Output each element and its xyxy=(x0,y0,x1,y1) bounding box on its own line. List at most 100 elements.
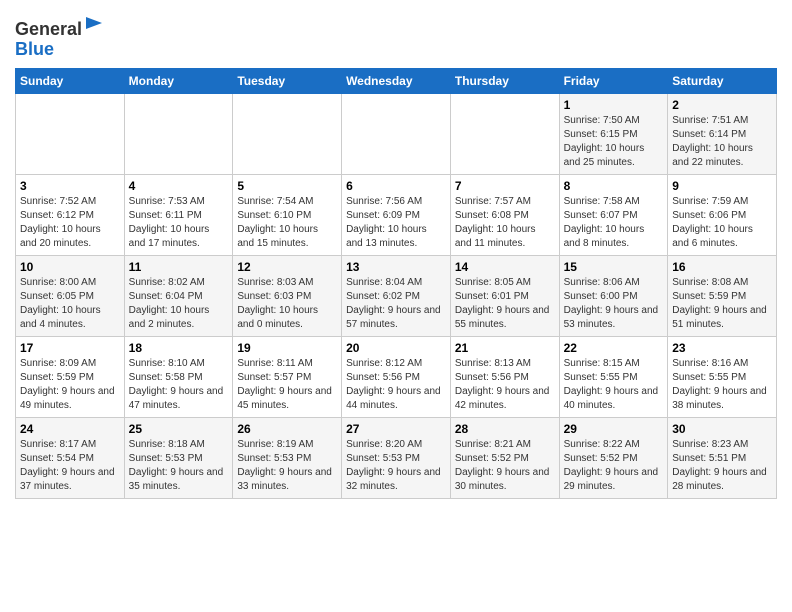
col-header-sunday: Sunday xyxy=(16,68,125,93)
day-info: Sunrise: 8:12 AM Sunset: 5:56 PM Dayligh… xyxy=(346,357,446,413)
col-header-saturday: Saturday xyxy=(668,68,777,93)
calendar-cell: 1 Sunrise: 7:50 AM Sunset: 6:15 PM Daylig… xyxy=(559,93,668,174)
day-number: 17 xyxy=(20,341,120,355)
day-info: Sunrise: 8:10 AM Sunset: 5:58 PM Dayligh… xyxy=(129,357,229,413)
day-info: Sunrise: 7:53 AM Sunset: 6:11 PM Dayligh… xyxy=(129,195,229,251)
day-info: Sunrise: 8:00 AM Sunset: 6:05 PM Dayligh… xyxy=(20,276,120,332)
calendar-cell xyxy=(450,93,559,174)
day-info: Sunrise: 7:57 AM Sunset: 6:08 PM Dayligh… xyxy=(455,195,555,251)
calendar-cell: 6 Sunrise: 7:56 AM Sunset: 6:09 PM Daylig… xyxy=(342,174,451,255)
calendar-cell xyxy=(124,93,233,174)
day-info: Sunrise: 8:22 AM Sunset: 5:52 PM Dayligh… xyxy=(564,438,664,494)
day-number: 1 xyxy=(564,98,664,112)
col-header-thursday: Thursday xyxy=(450,68,559,93)
calendar-cell: 12 Sunrise: 8:03 AM Sunset: 6:03 PM Dayli… xyxy=(233,255,342,336)
logo-flag-icon xyxy=(84,15,104,35)
day-number: 7 xyxy=(455,179,555,193)
day-number: 14 xyxy=(455,260,555,274)
day-info: Sunrise: 7:54 AM Sunset: 6:10 PM Dayligh… xyxy=(237,195,337,251)
day-info: Sunrise: 8:21 AM Sunset: 5:52 PM Dayligh… xyxy=(455,438,555,494)
calendar-cell: 16 Sunrise: 8:08 AM Sunset: 5:59 PM Dayli… xyxy=(668,255,777,336)
calendar-cell xyxy=(16,93,125,174)
col-header-monday: Monday xyxy=(124,68,233,93)
day-number: 16 xyxy=(672,260,772,274)
day-number: 3 xyxy=(20,179,120,193)
day-number: 13 xyxy=(346,260,446,274)
calendar-cell: 30Sunrise: 8:23 AM Sunset: 5:51 PM Dayli… xyxy=(668,417,777,498)
day-info: Sunrise: 8:20 AM Sunset: 5:53 PM Dayligh… xyxy=(346,438,446,494)
day-info: Sunrise: 7:58 AM Sunset: 6:07 PM Dayligh… xyxy=(564,195,664,251)
calendar-cell: 28 Sunrise: 8:21 AM Sunset: 5:52 PM Dayli… xyxy=(450,417,559,498)
calendar-cell: 23 Sunrise: 8:16 AM Sunset: 5:55 PM Dayli… xyxy=(668,336,777,417)
day-number: 10 xyxy=(20,260,120,274)
day-info: Sunrise: 7:52 AM Sunset: 6:12 PM Dayligh… xyxy=(20,195,120,251)
calendar-cell: 8Sunrise: 7:58 AM Sunset: 6:07 PM Daylig… xyxy=(559,174,668,255)
calendar-cell: 15 Sunrise: 8:06 AM Sunset: 6:00 PM Dayli… xyxy=(559,255,668,336)
day-number: 4 xyxy=(129,179,229,193)
day-number: 26 xyxy=(237,422,337,436)
day-info: Sunrise: 8:02 AM Sunset: 6:04 PM Dayligh… xyxy=(129,276,229,332)
day-number: 21 xyxy=(455,341,555,355)
calendar-cell: 10 Sunrise: 8:00 AM Sunset: 6:05 PM Dayli… xyxy=(16,255,125,336)
day-info: Sunrise: 8:18 AM Sunset: 5:53 PM Dayligh… xyxy=(129,438,229,494)
day-number: 5 xyxy=(237,179,337,193)
day-number: 15 xyxy=(564,260,664,274)
calendar-cell: 4 Sunrise: 7:53 AM Sunset: 6:11 PM Daylig… xyxy=(124,174,233,255)
calendar-cell: 29 Sunrise: 8:22 AM Sunset: 5:52 PM Dayli… xyxy=(559,417,668,498)
calendar-cell: 20 Sunrise: 8:12 AM Sunset: 5:56 PM Dayli… xyxy=(342,336,451,417)
calendar-cell: 26 Sunrise: 8:19 AM Sunset: 5:53 PM Dayli… xyxy=(233,417,342,498)
day-info: Sunrise: 7:59 AM Sunset: 6:06 PM Dayligh… xyxy=(672,195,772,251)
logo-blue: Blue xyxy=(15,39,54,59)
calendar-cell: 21Sunrise: 8:13 AM Sunset: 5:56 PM Dayli… xyxy=(450,336,559,417)
day-info: Sunrise: 8:06 AM Sunset: 6:00 PM Dayligh… xyxy=(564,276,664,332)
calendar-cell: 11 Sunrise: 8:02 AM Sunset: 6:04 PM Dayli… xyxy=(124,255,233,336)
day-number: 25 xyxy=(129,422,229,436)
day-number: 2 xyxy=(672,98,772,112)
calendar-cell: 9 Sunrise: 7:59 AM Sunset: 6:06 PM Daylig… xyxy=(668,174,777,255)
day-info: Sunrise: 8:05 AM Sunset: 6:01 PM Dayligh… xyxy=(455,276,555,332)
day-number: 20 xyxy=(346,341,446,355)
calendar-cell: 7 Sunrise: 7:57 AM Sunset: 6:08 PM Daylig… xyxy=(450,174,559,255)
calendar-cell: 13 Sunrise: 8:04 AM Sunset: 6:02 PM Dayli… xyxy=(342,255,451,336)
logo-general: General xyxy=(15,19,82,39)
day-number: 6 xyxy=(346,179,446,193)
calendar-cell: 17 Sunrise: 8:09 AM Sunset: 5:59 PM Dayli… xyxy=(16,336,125,417)
day-number: 24 xyxy=(20,422,120,436)
day-number: 9 xyxy=(672,179,772,193)
calendar-cell xyxy=(233,93,342,174)
day-number: 29 xyxy=(564,422,664,436)
day-number: 12 xyxy=(237,260,337,274)
calendar-table: SundayMondayTuesdayWednesdayThursdayFrid… xyxy=(15,68,777,499)
col-header-tuesday: Tuesday xyxy=(233,68,342,93)
day-number: 22 xyxy=(564,341,664,355)
day-number: 19 xyxy=(237,341,337,355)
col-header-friday: Friday xyxy=(559,68,668,93)
calendar-cell: 18 Sunrise: 8:10 AM Sunset: 5:58 PM Dayli… xyxy=(124,336,233,417)
col-header-wednesday: Wednesday xyxy=(342,68,451,93)
calendar-cell: 5 Sunrise: 7:54 AM Sunset: 6:10 PM Daylig… xyxy=(233,174,342,255)
calendar-cell: 27Sunrise: 8:20 AM Sunset: 5:53 PM Dayli… xyxy=(342,417,451,498)
day-info: Sunrise: 8:17 AM Sunset: 5:54 PM Dayligh… xyxy=(20,438,120,494)
day-info: Sunrise: 8:11 AM Sunset: 5:57 PM Dayligh… xyxy=(237,357,337,413)
day-info: Sunrise: 8:09 AM Sunset: 5:59 PM Dayligh… xyxy=(20,357,120,413)
day-info: Sunrise: 7:56 AM Sunset: 6:09 PM Dayligh… xyxy=(346,195,446,251)
day-number: 28 xyxy=(455,422,555,436)
day-info: Sunrise: 7:51 AM Sunset: 6:14 PM Dayligh… xyxy=(672,114,772,170)
day-info: Sunrise: 8:15 AM Sunset: 5:55 PM Dayligh… xyxy=(564,357,664,413)
logo: General Blue xyxy=(15,15,104,60)
calendar-cell: 3 Sunrise: 7:52 AM Sunset: 6:12 PM Daylig… xyxy=(16,174,125,255)
calendar-cell: 14 Sunrise: 8:05 AM Sunset: 6:01 PM Dayli… xyxy=(450,255,559,336)
calendar-cell: 24 Sunrise: 8:17 AM Sunset: 5:54 PM Dayli… xyxy=(16,417,125,498)
day-info: Sunrise: 8:03 AM Sunset: 6:03 PM Dayligh… xyxy=(237,276,337,332)
calendar-cell xyxy=(342,93,451,174)
day-info: Sunrise: 8:04 AM Sunset: 6:02 PM Dayligh… xyxy=(346,276,446,332)
day-info: Sunrise: 8:16 AM Sunset: 5:55 PM Dayligh… xyxy=(672,357,772,413)
day-number: 11 xyxy=(129,260,229,274)
day-info: Sunrise: 8:08 AM Sunset: 5:59 PM Dayligh… xyxy=(672,276,772,332)
day-number: 23 xyxy=(672,341,772,355)
day-number: 30 xyxy=(672,422,772,436)
calendar-cell: 25 Sunrise: 8:18 AM Sunset: 5:53 PM Dayli… xyxy=(124,417,233,498)
day-number: 18 xyxy=(129,341,229,355)
day-info: Sunrise: 8:19 AM Sunset: 5:53 PM Dayligh… xyxy=(237,438,337,494)
day-info: Sunrise: 7:50 AM Sunset: 6:15 PM Dayligh… xyxy=(564,114,664,170)
